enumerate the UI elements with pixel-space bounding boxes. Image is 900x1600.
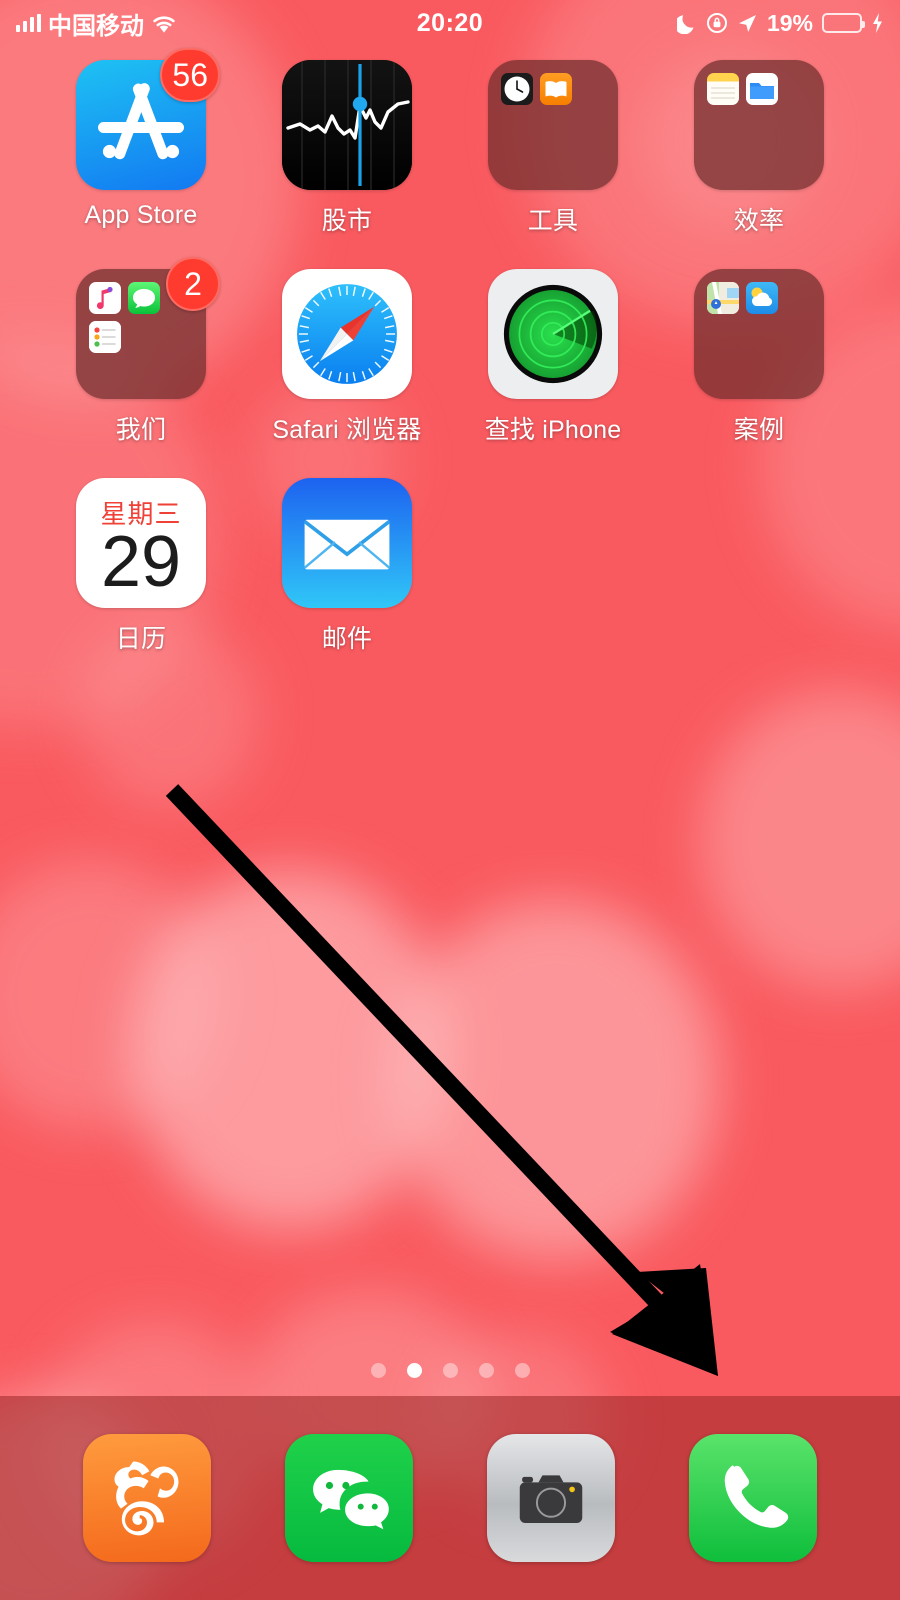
calendar-day: 29 — [100, 522, 182, 603]
grid-empty-slot — [656, 478, 862, 655]
app-icon-calendar[interactable]: 星期三 29 日历 — [38, 478, 244, 655]
rotation-lock-icon — [706, 12, 728, 34]
uc-browser-icon[interactable] — [83, 1434, 211, 1562]
page-dot[interactable] — [370, 1363, 386, 1378]
folder-icon — [694, 269, 824, 399]
page-dot[interactable] — [514, 1363, 530, 1378]
page-dot-active[interactable] — [406, 1363, 422, 1378]
clock-icon — [501, 73, 533, 105]
books-icon — [540, 73, 572, 105]
reminders-icon — [89, 321, 121, 353]
page-indicator[interactable] — [0, 1363, 900, 1378]
status-bar-right: 19% — [674, 9, 884, 37]
page-dot[interactable] — [442, 1363, 458, 1378]
folder-label: 案例 — [733, 416, 785, 444]
find-iphone-icon — [488, 269, 618, 399]
messages-icon — [128, 282, 160, 314]
badge-count: 2 — [166, 257, 220, 311]
camera-icon[interactable] — [487, 1434, 615, 1562]
music-icon — [89, 282, 121, 314]
app-label: 查找 iPhone — [484, 416, 622, 444]
weather-icon — [746, 282, 778, 314]
badge-count: 56 — [160, 48, 220, 102]
productivity-folder-wrap — [694, 60, 824, 190]
folder-icon — [488, 60, 618, 190]
folder-icon-productivity[interactable]: 效率 — [656, 60, 862, 237]
app-label: App Store — [84, 201, 198, 229]
dock — [0, 1396, 900, 1600]
stocks-icon — [282, 60, 412, 190]
iphone-home-screen: 中国移动 20:20 19% 56 App Store 股市 工具 效率 2 我… — [0, 0, 900, 1600]
calendar-icon-wrap: 星期三 29 — [76, 478, 206, 608]
battery-icon — [822, 13, 865, 33]
folder-icon-cases[interactable]: 案例 — [656, 269, 862, 446]
app-icon-app-store[interactable]: 56 App Store — [38, 48, 244, 237]
app-icon-mail[interactable]: 邮件 — [244, 478, 450, 655]
app-grid: 56 App Store 股市 工具 效率 2 我们 Safari 浏览器 查找… — [0, 48, 900, 655]
safari-icon-wrap — [282, 269, 412, 399]
wechat-icon[interactable] — [285, 1434, 413, 1562]
grid-empty-slot — [450, 478, 656, 655]
location-arrow-icon — [737, 13, 758, 34]
status-bar: 中国移动 20:20 19% — [0, 0, 900, 46]
app-label: Safari 浏览器 — [272, 416, 422, 444]
stocks-icon-wrap — [282, 60, 412, 190]
app-label: 日历 — [115, 625, 167, 653]
phone-icon[interactable] — [689, 1434, 817, 1562]
folder-label: 我们 — [115, 416, 167, 444]
tools-folder-wrap — [488, 60, 618, 190]
folder-icon-us[interactable]: 2 我们 — [38, 257, 244, 446]
find-iphone-icon-wrap — [488, 269, 618, 399]
app-icon-stocks[interactable]: 股市 — [244, 60, 450, 237]
app-label: 邮件 — [321, 625, 373, 653]
us-folder-wrap: 2 — [76, 257, 220, 399]
folder-label: 效率 — [733, 207, 785, 235]
page-dot[interactable] — [478, 1363, 494, 1378]
safari-icon — [282, 269, 412, 399]
calendar-icon: 星期三 29 — [76, 478, 206, 608]
maps-icon — [707, 282, 739, 314]
moon-do-not-disturb-icon — [674, 12, 697, 35]
mail-icon — [282, 478, 412, 608]
app-store-icon-wrap: 56 — [76, 48, 220, 190]
app-label: 股市 — [321, 207, 373, 235]
folder-label: 工具 — [527, 207, 579, 235]
mail-icon-wrap — [282, 478, 412, 608]
cases-folder-wrap — [694, 269, 824, 399]
notes-icon — [707, 73, 739, 105]
folder-icon — [694, 60, 824, 190]
files-icon — [746, 73, 778, 105]
battery-percent-label: 19% — [766, 9, 813, 36]
app-icon-find-iphone[interactable]: 查找 iPhone — [450, 269, 656, 446]
folder-icon-tools[interactable]: 工具 — [450, 60, 656, 237]
app-icon-safari[interactable]: Safari 浏览器 — [244, 269, 450, 446]
lightning-bolt-icon — [871, 12, 884, 34]
